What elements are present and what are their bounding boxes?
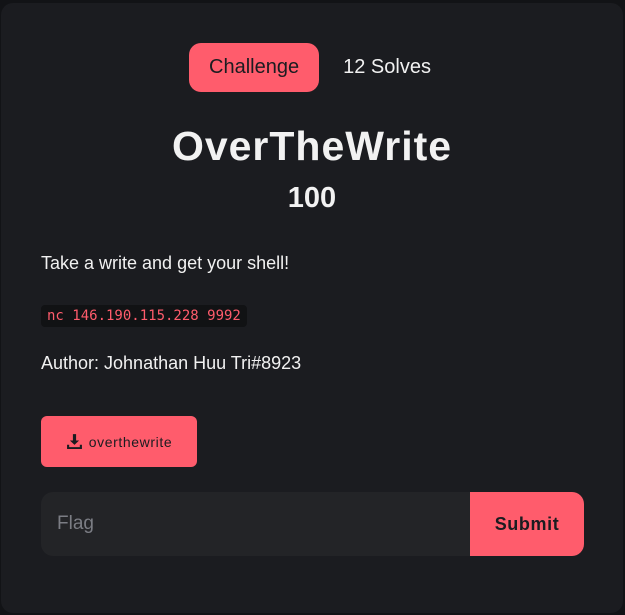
challenge-tabs: Challenge 12 Solves [1, 43, 623, 92]
challenge-title: OverTheWrite [171, 123, 453, 169]
submit-button[interactable]: Submit [470, 492, 584, 556]
connection-command: nc 146.190.115.228 9992 [41, 305, 247, 327]
flag-form: Submit [41, 492, 584, 556]
tab-solves[interactable]: 12 Solves [339, 56, 435, 79]
challenge-description: Take a write and get your shell! [41, 253, 290, 273]
download-file-button[interactable]: overthewrite [41, 416, 197, 467]
challenge-author: Author: Johnathan Huu Tri#8923 [41, 353, 302, 373]
challenge-points: 100 [287, 182, 337, 214]
challenge-modal: Challenge 12 Solves OverTheWrite 100 Tak… [1, 3, 623, 613]
tab-challenge[interactable]: Challenge [189, 43, 320, 92]
download-file-label: overthewrite [88, 433, 173, 450]
flag-input[interactable] [41, 492, 470, 556]
download-icon [66, 433, 83, 450]
